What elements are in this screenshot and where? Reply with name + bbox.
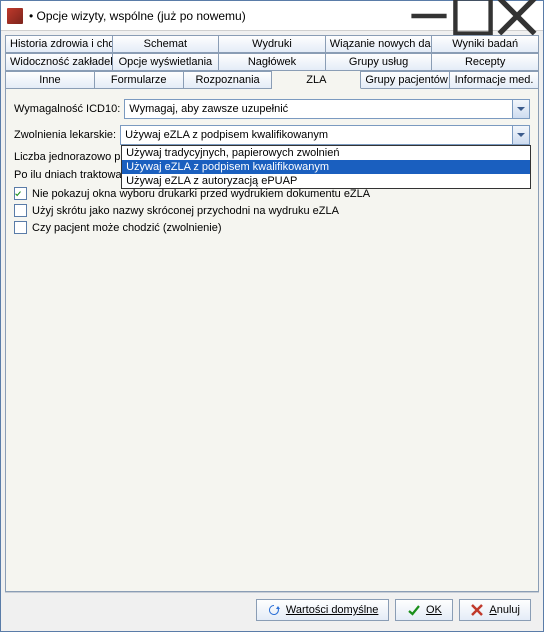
- zwolnienia-label: Zwolnienia lekarskie:: [14, 129, 116, 141]
- window: • Opcje wizyty, wspólne (już po nowemu) …: [0, 0, 544, 632]
- icd10-value: Wymagaj, aby zawsze uzupełnić: [125, 103, 512, 115]
- zwolnienia-value: Używaj eZLA z podpisem kwalifikowanym: [121, 129, 512, 141]
- dropdown-option[interactable]: Używaj tradycyjnych, papierowych zwolnie…: [122, 146, 530, 160]
- window-controls: [407, 2, 539, 30]
- row-icd10: Wymagalność ICD10: Wymagaj, aby zawsze u…: [14, 99, 530, 119]
- check1-box[interactable]: [14, 187, 27, 200]
- tab-informacje-med-[interactable]: Informacje med.: [450, 71, 539, 89]
- poilu-label: Po ilu dniach traktowa: [14, 169, 122, 181]
- tab-row-1: Historia zdrowia i chorobySchematWydruki…: [5, 35, 539, 53]
- check2-label: Użyj skrótu jako nazwy skróconej przycho…: [32, 205, 339, 217]
- check1-label: Nie pokazuj okna wyboru drukarki przed w…: [32, 188, 370, 200]
- icd10-combo[interactable]: Wymagaj, aby zawsze uzupełnić: [124, 99, 530, 119]
- check3-label: Czy pacjent może chodzić (zwolnienie): [32, 222, 222, 234]
- ok-button[interactable]: OK: [395, 599, 453, 621]
- tab-widoczno-zak-adek[interactable]: Widoczność zakładek: [5, 53, 113, 71]
- tab-formularze[interactable]: Formularze: [95, 71, 184, 89]
- zwolnienia-dropdown[interactable]: Używaj tradycyjnych, papierowych zwolnie…: [121, 145, 531, 189]
- footer-bar: Wartości domyślne OK Anuluj: [5, 592, 539, 627]
- tab-inne[interactable]: Inne: [5, 71, 95, 89]
- refresh-icon: [267, 603, 281, 617]
- check-icon: [407, 603, 421, 617]
- tab-nag-wek[interactable]: Nagłówek: [219, 53, 326, 71]
- icd10-label: Wymagalność ICD10:: [14, 103, 120, 115]
- maximize-button[interactable]: [451, 2, 495, 30]
- client-area: Historia zdrowia i chorobySchematWydruki…: [1, 31, 543, 631]
- dropdown-option[interactable]: Używaj eZLA z podpisem kwalifikowanym: [122, 160, 530, 174]
- check3-box[interactable]: [14, 221, 27, 234]
- ok-label: OK: [426, 604, 442, 616]
- tab-row-3: InneFormularzeRozpoznaniaZLAGrupy pacjen…: [5, 71, 539, 89]
- tab-grupy-us-ug[interactable]: Grupy usług: [326, 53, 433, 71]
- tab-grupy-pacjent-w[interactable]: Grupy pacjentów: [361, 71, 450, 89]
- tab-schemat[interactable]: Schemat: [113, 35, 220, 53]
- tab-historia-zdrowia-i-choroby[interactable]: Historia zdrowia i choroby: [5, 35, 113, 53]
- defaults-label: Wartości domyślne: [286, 604, 379, 616]
- app-icon: [7, 8, 23, 24]
- tab-zla[interactable]: ZLA: [272, 70, 361, 89]
- minimize-button[interactable]: [407, 2, 451, 30]
- tab-wi-zanie-nowych-danych[interactable]: Wiązanie nowych danych: [326, 35, 433, 53]
- cancel-icon: [470, 603, 484, 617]
- title-bar: • Opcje wizyty, wspólne (już po nowemu): [1, 1, 543, 31]
- tab-opcje-wy-wietlania[interactable]: Opcje wyświetlania: [113, 53, 220, 71]
- tab-wydruki[interactable]: Wydruki: [219, 35, 326, 53]
- liczba-label: Liczba jednorazowo p: [14, 151, 120, 163]
- tab-wyniki-bada-[interactable]: Wyniki badań: [432, 35, 539, 53]
- check3-row: Czy pacjent może chodzić (zwolnienie): [14, 221, 530, 234]
- defaults-button[interactable]: Wartości domyślne: [256, 599, 390, 621]
- chevron-down-icon: [512, 100, 529, 118]
- window-title: • Opcje wizyty, wspólne (już po nowemu): [29, 9, 407, 23]
- cancel-button[interactable]: Anuluj: [459, 599, 531, 621]
- zwolnienia-combo[interactable]: Używaj eZLA z podpisem kwalifikowanym: [120, 125, 530, 145]
- tab-recepty[interactable]: Recepty: [432, 53, 539, 71]
- dropdown-option[interactable]: Używaj eZLA z autoryzacją ePUAP: [122, 174, 530, 188]
- check2-box[interactable]: [14, 204, 27, 217]
- tab-rozpoznania[interactable]: Rozpoznania: [184, 71, 273, 89]
- close-button[interactable]: [495, 2, 539, 30]
- tab-content-zla: Wymagalność ICD10: Wymagaj, aby zawsze u…: [5, 89, 539, 592]
- row-zwolnienia: Zwolnienia lekarskie: Używaj eZLA z podp…: [14, 125, 530, 145]
- cancel-label: Anuluj: [489, 604, 520, 616]
- chevron-down-icon: [512, 126, 529, 144]
- check2-row: Użyj skrótu jako nazwy skróconej przycho…: [14, 204, 530, 217]
- tab-row-2: Widoczność zakładekOpcje wyświetlaniaNag…: [5, 53, 539, 71]
